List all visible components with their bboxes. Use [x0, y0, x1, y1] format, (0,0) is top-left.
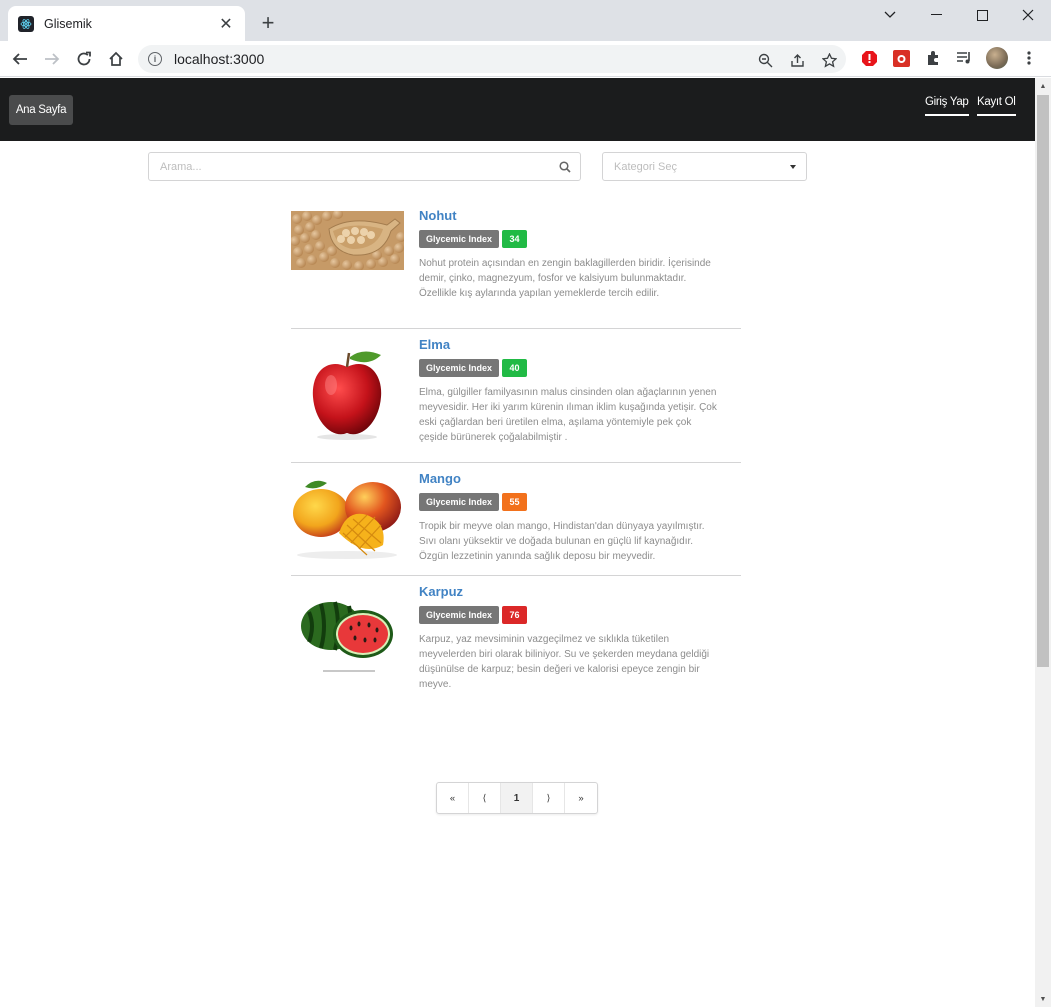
gi-label-badge: Glycemic Index: [419, 493, 500, 511]
mango-image: [291, 473, 404, 561]
gi-badge-group: Glycemic Index 34: [419, 230, 719, 248]
item-description: Tropik bir meyve olan mango, Hindistan'd…: [419, 521, 705, 562]
pagination: « ⟨ 1 ⟩ »: [436, 782, 598, 814]
zoom-icon[interactable]: [756, 51, 774, 69]
first-page-button[interactable]: «: [437, 783, 469, 813]
home-icon[interactable]: [103, 46, 129, 72]
extension-red-icon[interactable]: [892, 49, 910, 67]
minimize-icon[interactable]: [913, 0, 959, 30]
scrollbar-thumb[interactable]: [1037, 95, 1049, 667]
item-description: Karpuz, yaz mevsiminin vazgeçilmez ve sı…: [419, 634, 710, 690]
search-placeholder: Arama...: [160, 160, 202, 173]
address-bar[interactable]: i localhost:3000: [138, 45, 846, 73]
info-icon[interactable]: i: [148, 52, 162, 66]
item-description: Elma, gülgiller familyasının malus cinsi…: [419, 387, 717, 443]
next-page-button[interactable]: ⟩: [533, 783, 565, 813]
dropdown-caret-icon: [790, 164, 796, 169]
item-title[interactable]: Elma: [419, 337, 719, 352]
gi-value-badge: 40: [502, 359, 528, 377]
item-title[interactable]: Karpuz: [419, 584, 719, 599]
category-placeholder: Kategori Seç: [614, 160, 677, 173]
window-close-icon[interactable]: [1005, 0, 1051, 30]
watermelon-image: [291, 590, 404, 680]
page-scrollbar[interactable]: ▲ ▼: [1035, 78, 1051, 1007]
gi-badge-group: Glycemic Index 76: [419, 606, 719, 624]
list-item: Nohut Glycemic Index 34 Nohut protein aç…: [290, 208, 741, 329]
top-navbar: Ana Sayfa Giriş Yap Kayıt Ol: [0, 78, 1035, 141]
gi-value-badge: 76: [502, 606, 528, 624]
gi-badge-group: Glycemic Index 55: [419, 493, 719, 511]
last-page-button[interactable]: »: [565, 783, 597, 813]
share-icon[interactable]: [788, 51, 806, 69]
gi-value-badge: 34: [502, 230, 528, 248]
item-content: Elma Glycemic Index 40 Elma, gülgiller f…: [419, 337, 719, 445]
page-viewport: Ana Sayfa Giriş Yap Kayıt Ol Arama... Ka…: [0, 78, 1035, 1007]
gi-label-badge: Glycemic Index: [419, 359, 500, 377]
browser-tab-strip: Glisemik ✕ +: [0, 0, 1051, 41]
item-content: Mango Glycemic Index 55 Tropik bir meyve…: [419, 471, 719, 564]
gi-badge-group: Glycemic Index 40: [419, 359, 719, 377]
list-item: Elma Glycemic Index 40 Elma, gülgiller f…: [291, 329, 741, 463]
kebab-menu-icon[interactable]: [1020, 49, 1038, 67]
maximize-icon[interactable]: [959, 0, 1005, 30]
gi-value-badge: 55: [502, 493, 528, 511]
category-dropdown[interactable]: Kategori Seç: [602, 152, 807, 181]
new-tab-button[interactable]: +: [255, 10, 281, 36]
adblock-extension-icon[interactable]: [860, 49, 878, 67]
list-item: Mango Glycemic Index 55 Tropik bir meyve…: [291, 463, 741, 576]
gi-label-badge: Glycemic Index: [419, 230, 500, 248]
apple-image: [291, 347, 404, 443]
profile-avatar[interactable]: [986, 47, 1008, 69]
star-icon[interactable]: [820, 51, 838, 69]
item-description: Nohut protein açısından en zengin baklag…: [419, 258, 711, 299]
scroll-up-arrow-icon[interactable]: ▲: [1035, 78, 1051, 94]
home-button[interactable]: Ana Sayfa: [9, 95, 73, 125]
chickpea-image: [290, 209, 406, 271]
close-icon[interactable]: ✕: [217, 15, 235, 33]
login-link[interactable]: Giriş Yap: [925, 96, 969, 116]
reload-icon[interactable]: [71, 46, 97, 72]
media-controls-icon[interactable]: [955, 49, 973, 67]
back-arrow-icon[interactable]: [7, 46, 33, 72]
forward-arrow-icon[interactable]: [39, 46, 65, 72]
browser-toolbar: i localhost:3000: [0, 41, 1051, 77]
puzzle-extensions-icon[interactable]: [924, 49, 942, 67]
item-content: Nohut Glycemic Index 34 Nohut protein aç…: [419, 208, 719, 301]
gi-label-badge: Glycemic Index: [419, 606, 500, 624]
list-item: Karpuz Glycemic Index 76 Karpuz, yaz mev…: [291, 576, 741, 696]
search-input[interactable]: Arama...: [148, 152, 581, 181]
url-text[interactable]: localhost:3000: [174, 51, 264, 67]
item-title[interactable]: Mango: [419, 471, 719, 486]
scroll-down-arrow-icon[interactable]: ▼: [1035, 991, 1051, 1007]
browser-tab[interactable]: Glisemik ✕: [8, 6, 245, 41]
chevron-down-icon[interactable]: [867, 0, 913, 30]
item-content: Karpuz Glycemic Index 76 Karpuz, yaz mev…: [419, 584, 719, 692]
tab-title: Glisemik: [44, 16, 92, 31]
search-icon[interactable]: [550, 160, 580, 173]
item-title[interactable]: Nohut: [419, 208, 719, 223]
react-icon: [18, 15, 34, 32]
register-link[interactable]: Kayıt Ol: [977, 96, 1016, 116]
prev-page-button[interactable]: ⟨: [469, 783, 501, 813]
page-1-button[interactable]: 1: [501, 783, 533, 813]
